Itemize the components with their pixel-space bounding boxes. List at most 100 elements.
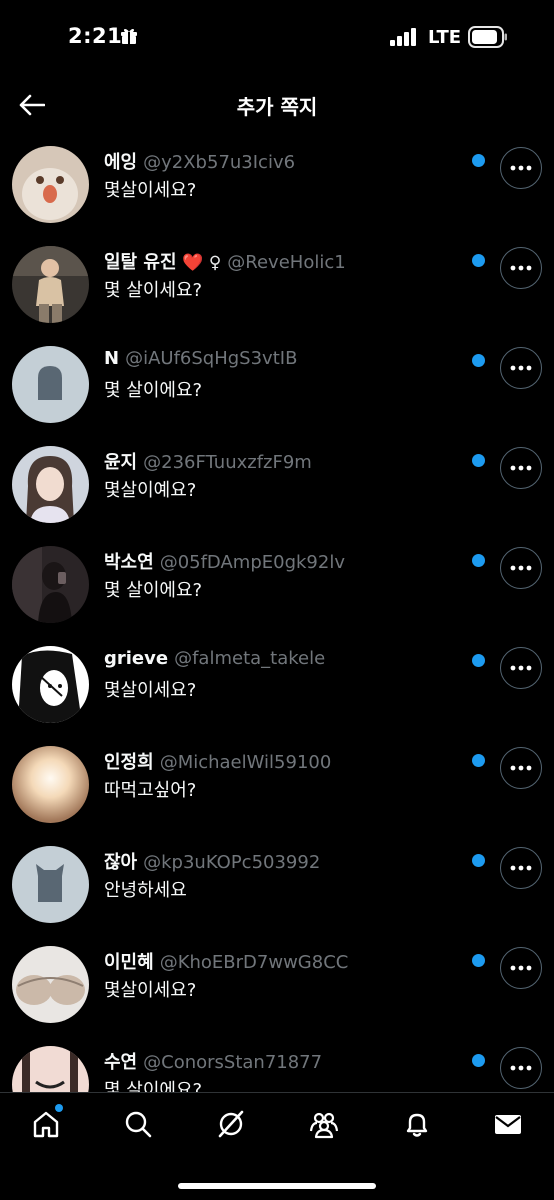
message-preview: 몇 살이에요? <box>104 380 203 401</box>
list-item[interactable]: 박소연 @05fDAmpE0gk92lv 몇 살이에요? <box>0 534 554 634</box>
unread-indicator <box>472 754 485 767</box>
avatar[interactable] <box>12 1046 89 1092</box>
name-line: 일탈 유진 ❤️ ♀ @ReveHolic1 <box>104 248 346 274</box>
list-item[interactable]: 수연 @ConorsStan71877 몇 살이에요? <box>0 1034 554 1092</box>
home-indicator[interactable] <box>178 1183 376 1189</box>
avatar[interactable] <box>12 946 89 1023</box>
name-line: N @iAUf6SqHgS3vtIB <box>104 348 297 369</box>
more-options-button[interactable] <box>500 647 542 689</box>
name-line: 윤지 @236FTuuxzfzF9m <box>104 448 312 474</box>
more-options-button[interactable] <box>500 847 542 889</box>
user-handle: @y2Xb57u3Iciv6 <box>143 152 296 173</box>
user-handle: @ReveHolic1 <box>227 252 346 273</box>
name-line: 이민혜 @KhoEBrD7wwG8CC <box>104 948 348 974</box>
message-preview: 몇 살이세요? <box>104 280 203 301</box>
page-title: 추가 쪽지 <box>236 95 318 119</box>
tab-notifications[interactable] <box>397 1107 437 1141</box>
name-line: 에잉 @y2Xb57u3Iciv6 <box>104 148 295 174</box>
list-item[interactable]: N @iAUf6SqHgS3vtIB 몇 살이에요? <box>0 334 554 434</box>
tab-search[interactable] <box>118 1107 158 1141</box>
more-options-button[interactable] <box>500 747 542 789</box>
message-preview: 몇 살이에요? <box>104 1080 203 1092</box>
more-options-button[interactable] <box>500 347 542 389</box>
user-handle: @236FTuuxzfzF9m <box>143 452 312 473</box>
message-preview: 몇살이예요? <box>104 480 197 501</box>
display-name: 수연 <box>104 1052 138 1073</box>
more-dots-icon <box>510 665 532 671</box>
avatar[interactable] <box>12 846 89 923</box>
default-avatar-icon <box>12 346 89 423</box>
status-time: 2:21 <box>68 24 123 48</box>
unread-indicator <box>472 354 485 367</box>
communities-icon <box>309 1112 339 1139</box>
user-handle: @falmeta_takele <box>174 648 326 669</box>
message-preview: 안녕하세요 <box>104 880 187 901</box>
tab-home[interactable] <box>26 1107 66 1141</box>
search-icon <box>125 1111 152 1138</box>
list-item[interactable]: grieve @falmeta_takele 몇살이세요? <box>0 634 554 734</box>
home-icon <box>33 1111 59 1138</box>
unread-indicator <box>472 454 485 467</box>
more-dots-icon <box>510 165 532 171</box>
notifications-icon <box>406 1113 428 1137</box>
list-item[interactable]: 잖아 @kp3uKOPc503992 안녕하세요 <box>0 834 554 934</box>
more-dots-icon <box>510 965 532 971</box>
unread-indicator <box>472 154 485 167</box>
display-name: 이민혜 <box>104 952 154 973</box>
name-line: 박소연 @05fDAmpE0gk92lv <box>104 548 345 574</box>
header: 추가 쪽지 <box>0 76 554 134</box>
list-item[interactable]: 윤지 @236FTuuxzfzF9m 몇살이예요? <box>0 434 554 534</box>
list-item[interactable]: 이민혜 @KhoEBrD7wwG8CC 몇살이세요? <box>0 934 554 1034</box>
avatar[interactable] <box>12 346 89 423</box>
display-name: 잖아 <box>104 852 138 873</box>
avatar[interactable] <box>12 146 89 223</box>
more-options-button[interactable] <box>500 947 542 989</box>
message-preview: 따먹고싶어? <box>104 780 197 801</box>
avatar[interactable] <box>12 246 89 323</box>
cat-avatar-icon <box>12 846 89 923</box>
unread-indicator <box>472 654 485 667</box>
unread-indicator <box>472 854 485 867</box>
more-dots-icon <box>510 1065 532 1071</box>
more-options-button[interactable] <box>500 1047 542 1089</box>
display-name: 인정희 <box>104 752 154 773</box>
name-emoji: ❤️ ♀ <box>182 253 222 273</box>
list-item[interactable]: 인정희 @MichaelWil59100 따먹고싶어? <box>0 734 554 834</box>
name-line: 수연 @ConorsStan71877 <box>104 1048 322 1074</box>
display-name: 에잉 <box>104 152 138 173</box>
avatar[interactable] <box>12 546 89 623</box>
message-preview: 몇살이세요? <box>104 980 197 1001</box>
network-type-label: LTE <box>428 27 462 48</box>
more-options-button[interactable] <box>500 147 542 189</box>
more-dots-icon <box>510 265 532 271</box>
more-dots-icon <box>510 465 532 471</box>
gift-icon <box>121 28 137 44</box>
list-item[interactable]: 에잉 @y2Xb57u3Iciv6 몇살이세요? <box>0 134 554 234</box>
user-handle: @05fDAmpE0gk92lv <box>159 552 345 573</box>
user-handle: @kp3uKOPc503992 <box>143 852 321 873</box>
list-item[interactable]: 일탈 유진 ❤️ ♀ @ReveHolic1 몇 살이세요? <box>0 234 554 334</box>
user-handle: @iAUf6SqHgS3vtIB <box>125 348 298 369</box>
more-options-button[interactable] <box>500 547 542 589</box>
avatar[interactable] <box>12 746 89 823</box>
unread-indicator <box>472 954 485 967</box>
screen: 2:21 LTE 추가 쪽지 에잉 @y2Xb57u3Iciv6 몇살이세요? … <box>0 0 554 1200</box>
messages-icon <box>495 1115 521 1134</box>
message-preview: 몇살이세요? <box>104 680 197 701</box>
tab-messages[interactable] <box>488 1107 528 1141</box>
more-options-button[interactable] <box>500 447 542 489</box>
more-dots-icon <box>510 765 532 771</box>
display-name: 윤지 <box>104 452 138 473</box>
status-bar: 2:21 LTE <box>0 0 554 76</box>
user-handle: @MichaelWil59100 <box>159 752 332 773</box>
more-dots-icon <box>510 565 532 571</box>
message-preview: 몇살이세요? <box>104 180 197 201</box>
unread-indicator <box>472 1054 485 1067</box>
avatar[interactable] <box>12 646 89 723</box>
tab-grok[interactable] <box>211 1107 251 1141</box>
display-name: 일탈 유진 <box>104 252 177 273</box>
avatar[interactable] <box>12 446 89 523</box>
more-options-button[interactable] <box>500 247 542 289</box>
user-handle: @KhoEBrD7wwG8CC <box>159 952 349 973</box>
tab-communities[interactable] <box>304 1107 344 1141</box>
